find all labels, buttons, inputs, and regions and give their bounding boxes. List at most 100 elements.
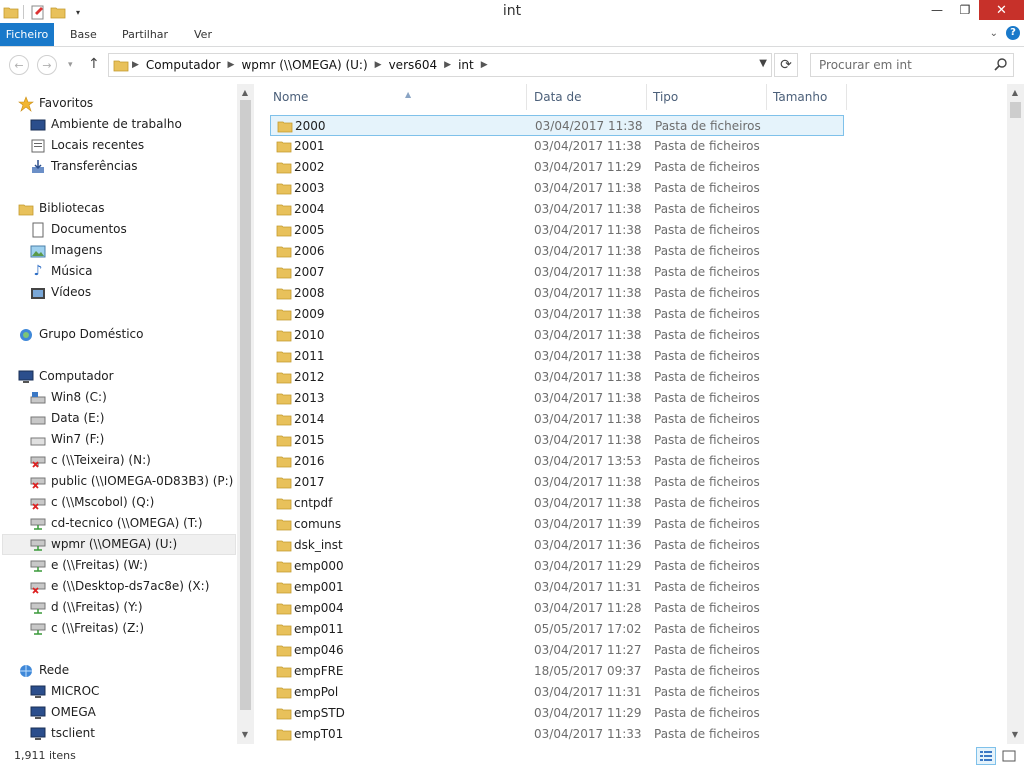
nav-homegroup[interactable]: Grupo Doméstico	[18, 324, 144, 345]
table-row[interactable]: dsk_inst 03/04/2017 11:36 Pasta de ficheir…	[270, 535, 844, 556]
nav-drive-y[interactable]: d (\\Freitas) (Y:)	[30, 597, 143, 618]
address-bar[interactable]: ▶ Computador ▶ wpmr (\\OMEGA) (U:) ▶ ver…	[108, 53, 772, 77]
table-row[interactable]: 2004 03/04/2017 11:38 Pasta de ficheiros	[270, 199, 844, 220]
chevron-right-icon[interactable]: ▶	[129, 60, 142, 70]
nav-drive-u[interactable]: wpmr (\\OMEGA) (U:)	[2, 534, 236, 555]
content-scrollbar-thumb[interactable]	[1010, 102, 1021, 118]
nav-drive-z[interactable]: c (\\Freitas) (Z:)	[30, 618, 144, 639]
nav-pictures[interactable]: Imagens	[30, 240, 102, 261]
nav-favorites[interactable]: Favoritos	[18, 93, 93, 114]
nav-downloads[interactable]: Transferências	[30, 156, 138, 177]
file-name: 2017	[294, 475, 325, 489]
nav-drive-n[interactable]: c (\\Teixeira) (N:)	[30, 450, 151, 471]
table-row[interactable]: 2010 03/04/2017 11:38 Pasta de ficheiros	[270, 325, 844, 346]
breadcrumb-wpmr[interactable]: wpmr (\\OMEGA) (U:)	[237, 58, 371, 72]
table-row[interactable]: 2012 03/04/2017 11:38 Pasta de ficheiros	[270, 367, 844, 388]
table-row[interactable]: comuns 03/04/2017 11:39 Pasta de ficheiros	[270, 514, 844, 535]
recent-locations-chevron-icon[interactable]: ▾	[68, 60, 73, 70]
close-button[interactable]: ✕	[979, 0, 1024, 20]
scroll-up-icon[interactable]: ▲	[1007, 88, 1023, 97]
breadcrumb-int[interactable]: int	[454, 58, 478, 72]
table-row[interactable]: 2003 03/04/2017 11:38 Pasta de ficheiros	[270, 178, 844, 199]
nav-drive-p[interactable]: public (\\IOMEGA-0D83B3) (P:)	[30, 471, 233, 492]
folder-icon	[276, 307, 292, 321]
table-row[interactable]: emp046 03/04/2017 11:27 Pasta de ficheiros	[270, 640, 844, 661]
nav-scrollbar-thumb[interactable]	[240, 100, 251, 710]
nav-drive-t[interactable]: cd-tecnico (\\OMEGA) (T:)	[30, 513, 203, 534]
table-row[interactable]: emp004 03/04/2017 11:28 Pasta de ficheiros	[270, 598, 844, 619]
table-row[interactable]: 2009 03/04/2017 11:38 Pasta de ficheiros	[270, 304, 844, 325]
back-button[interactable]: ←	[9, 55, 29, 75]
nav-network-omega[interactable]: OMEGA	[30, 702, 96, 723]
address-dropdown-icon[interactable]: ▼	[759, 58, 767, 69]
table-row[interactable]: 2014 03/04/2017 11:38 Pasta de ficheiros	[270, 409, 844, 430]
scroll-down-icon[interactable]: ▼	[1007, 730, 1023, 739]
nav-libraries[interactable]: Bibliotecas	[18, 198, 104, 219]
table-row[interactable]: 2000 03/04/2017 11:38 Pasta de ficheiros	[270, 115, 844, 136]
nav-drive-f[interactable]: Win7 (F:)	[30, 429, 104, 450]
tab-view[interactable]: Ver	[194, 23, 212, 46]
table-row[interactable]: cntpdf 03/04/2017 11:38 Pasta de ficheiros	[270, 493, 844, 514]
table-row[interactable]: 2005 03/04/2017 11:38 Pasta de ficheiros	[270, 220, 844, 241]
nav-scrollbar[interactable]: ▲ ▼	[237, 84, 254, 744]
table-row[interactable]: 2007 03/04/2017 11:38 Pasta de ficheiros	[270, 262, 844, 283]
column-header-date[interactable]: Data de modificaç...	[528, 84, 647, 130]
nav-desktop[interactable]: Ambiente de trabalho	[30, 114, 182, 135]
table-row[interactable]: 2006 03/04/2017 11:38 Pasta de ficheiros	[270, 241, 844, 262]
nav-network-tsclient[interactable]: tsclient	[30, 723, 95, 744]
nav-computer[interactable]: Computador	[18, 366, 114, 387]
table-row[interactable]: empSTD 03/04/2017 11:29 Pasta de ficheiros	[270, 703, 844, 724]
nav-drive-q[interactable]: c (\\Mscobol) (Q:)	[30, 492, 154, 513]
table-row[interactable]: 2013 03/04/2017 11:38 Pasta de ficheiros	[270, 388, 844, 409]
large-icons-view-button[interactable]	[999, 747, 1019, 765]
column-header-name[interactable]: Nome ▲	[267, 84, 527, 110]
table-row[interactable]: 2001 03/04/2017 11:38 Pasta de ficheiros	[270, 136, 844, 157]
nav-network-microc[interactable]: MICROC	[30, 681, 99, 702]
table-row[interactable]: empPol 03/04/2017 11:31 Pasta de ficheiros	[270, 682, 844, 703]
table-row[interactable]: 2017 03/04/2017 11:38 Pasta de ficheiros	[270, 472, 844, 493]
chevron-right-icon[interactable]: ▶	[441, 60, 454, 70]
nav-documents[interactable]: Documentos	[30, 219, 127, 240]
up-button[interactable]: ↑	[88, 56, 100, 72]
chevron-right-icon[interactable]: ▶	[372, 60, 385, 70]
scroll-down-icon[interactable]: ▼	[237, 730, 253, 739]
nav-drive-x[interactable]: e (\\Desktop-ds7ac8e) (X:)	[30, 576, 209, 597]
table-row[interactable]: 2011 03/04/2017 11:38 Pasta de ficheiros	[270, 346, 844, 367]
chevron-right-icon[interactable]: ▶	[225, 60, 238, 70]
restore-button[interactable]: ❐	[951, 0, 979, 20]
search-input[interactable]: Procurar em int	[810, 53, 1014, 77]
search-icon[interactable]	[994, 57, 1008, 74]
table-row[interactable]: 2002 03/04/2017 11:29 Pasta de ficheiros	[270, 157, 844, 178]
table-row[interactable]: 2008 03/04/2017 11:38 Pasta de ficheiros	[270, 283, 844, 304]
details-view-button[interactable]	[976, 747, 996, 765]
table-row[interactable]: 2016 03/04/2017 13:53 Pasta de ficheiros	[270, 451, 844, 472]
chevron-right-icon[interactable]: ▶	[478, 60, 491, 70]
expand-ribbon-icon[interactable]: ⌄	[990, 28, 998, 39]
table-row[interactable]: 2015 03/04/2017 11:38 Pasta de ficheiros	[270, 430, 844, 451]
column-header-size[interactable]: Tamanho	[767, 84, 847, 110]
scroll-up-icon[interactable]: ▲	[237, 88, 253, 97]
forward-button[interactable]: →	[37, 55, 57, 75]
nav-drive-e[interactable]: Data (E:)	[30, 408, 104, 429]
tab-file[interactable]: Ficheiro	[0, 23, 54, 46]
nav-drive-w[interactable]: e (\\Freitas) (W:)	[30, 555, 148, 576]
tab-share[interactable]: Partilhar	[122, 23, 168, 46]
nav-network[interactable]: Rede	[18, 660, 69, 681]
nav-drive-c[interactable]: Win8 (C:)	[30, 387, 107, 408]
column-header-type[interactable]: Tipo	[647, 84, 767, 110]
refresh-button[interactable]: ⟳	[774, 53, 798, 77]
table-row[interactable]: emp011 05/05/2017 17:02 Pasta de ficheiros	[270, 619, 844, 640]
content-scrollbar[interactable]: ▲ ▼	[1007, 84, 1024, 744]
help-icon[interactable]: ?	[1006, 26, 1020, 40]
breadcrumb-computer[interactable]: Computador	[142, 58, 225, 72]
nav-music[interactable]: ♪ Música	[30, 261, 93, 282]
minimize-button[interactable]: —	[923, 0, 951, 20]
tab-home[interactable]: Base	[70, 23, 97, 46]
nav-recent-places[interactable]: Locais recentes	[30, 135, 144, 156]
breadcrumb-vers604[interactable]: vers604	[385, 58, 442, 72]
table-row[interactable]: emp000 03/04/2017 11:29 Pasta de ficheiros	[270, 556, 844, 577]
table-row[interactable]: emp001 03/04/2017 11:31 Pasta de ficheiros	[270, 577, 844, 598]
table-row[interactable]: empT01 03/04/2017 11:33 Pasta de ficheiros	[270, 724, 844, 744]
table-row[interactable]: empFRE 18/05/2017 09:37 Pasta de ficheiros	[270, 661, 844, 682]
nav-videos[interactable]: Vídeos	[30, 282, 91, 303]
